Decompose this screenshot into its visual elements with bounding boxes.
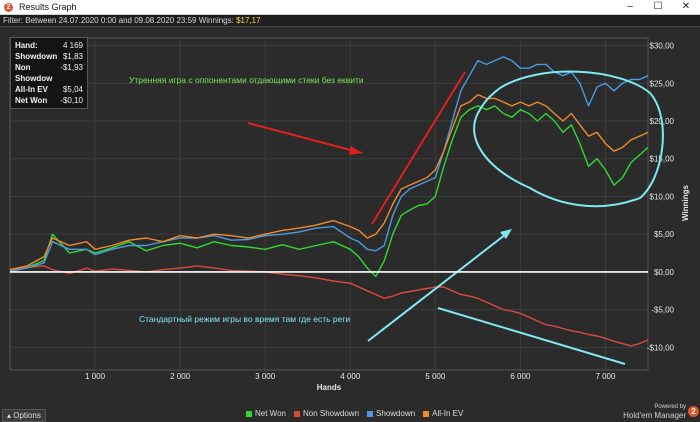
- y-tick-label: $0,00: [654, 268, 675, 277]
- legend-swatch-showdown: [367, 410, 374, 417]
- window-controls: – ☐ ✕: [616, 0, 700, 14]
- stat-all-in-ev: All-In EV $5,04: [15, 85, 83, 94]
- filter-bar: Filter: Between 24.07.2020 0:00 and 09.0…: [0, 15, 700, 27]
- stat-hands: Hand: 4 169: [15, 41, 83, 50]
- stat-net-won: Net Won -$0,10: [15, 96, 83, 105]
- stat-showdown: Showdown $1,83: [15, 52, 83, 61]
- brand: Powered by Hold'em Manager: [623, 404, 686, 420]
- annotation-cyan-text: Стандартный режим игры во время там где …: [139, 314, 350, 324]
- x-axis-ticks: 1 000 2 000 3 000 4 000 5 000 6 000 7 000: [85, 372, 616, 381]
- series-line-showdown: [9, 56, 649, 272]
- series-line-non-showdown: [9, 265, 649, 347]
- y-tick-label: $30,00: [650, 42, 675, 51]
- chart-legend: Net Won Non Showdown Showdown All-In EV: [246, 409, 463, 418]
- options-label: Options: [13, 411, 41, 420]
- legend-item-non-showdown[interactable]: Non Showdown: [293, 409, 359, 418]
- brand-logo-icon: 2: [688, 406, 699, 417]
- y-tick-label: $10,00: [650, 192, 675, 201]
- window-title: Results Graph: [19, 2, 77, 12]
- cyan-arrow-up: [367, 230, 511, 342]
- title-bar: 2 Results Graph – ☐ ✕: [0, 0, 700, 15]
- filter-prefix: Filter:: [3, 16, 26, 25]
- bottom-bar: ▴ Options Net Won Non Showdown Showdown …: [0, 404, 700, 422]
- x-tick-label: 7 000: [595, 372, 616, 381]
- stats-panel: Hand: 4 169 Showdown $1,83 Non Showdow -$1,…: [10, 37, 88, 109]
- x-tick-label: 2 000: [170, 372, 191, 381]
- y-tick-label: $15,00: [650, 155, 675, 164]
- red-arrowhead-left: [349, 146, 362, 155]
- legend-swatch-non-showdown: [293, 410, 300, 417]
- x-tick-label: 3 000: [255, 372, 276, 381]
- legend-swatch-net-won: [246, 410, 252, 417]
- legend-item-all-in-ev[interactable]: All-In EV: [423, 409, 463, 418]
- app-logo-icon: 2: [4, 2, 13, 12]
- minimize-button[interactable]: –: [616, 0, 644, 14]
- x-tick-label: 5 000: [425, 372, 446, 381]
- filter-range: Between 24.07.2020 0:00 and 09.08.2020 2…: [25, 16, 197, 25]
- options-button[interactable]: ▴ Options: [2, 409, 46, 422]
- maximize-button[interactable]: ☐: [644, 0, 672, 14]
- brand-name: Hold'em Manager: [623, 411, 686, 420]
- x-tick-label: 4 000: [340, 372, 361, 381]
- y-axis-label: Winnings: [681, 184, 690, 220]
- y-tick-label: $25,00: [650, 79, 675, 88]
- winnings-label: Winnings:: [196, 16, 237, 25]
- winnings-value: $17,17: [236, 16, 261, 25]
- red-arrow-rising: [371, 71, 466, 225]
- legend-swatch-all-in-ev: [423, 410, 430, 417]
- stat-non-showdown: Non Showdow -$1,93: [15, 63, 83, 83]
- legend-item-showdown[interactable]: Showdown: [367, 409, 415, 418]
- y-tick-label: -$10,00: [647, 343, 675, 352]
- annotation-green-text: Утренняя игра с оппонентами отдающими ст…: [129, 75, 364, 85]
- results-graph: 1 000 2 000 3 000 4 000 5 000 6 000 7 000 $30,…: [9, 37, 690, 392]
- y-tick-label: -$5,00: [651, 306, 674, 315]
- y-tick-label: $5,00: [654, 230, 675, 239]
- y-axis-ticks: $30,00$25,00$20,00$15,00$10,00$5,00$0,00…: [647, 42, 675, 353]
- legend-item-net-won[interactable]: Net Won: [246, 409, 286, 418]
- x-axis-label: Hands: [317, 383, 342, 392]
- x-tick-label: 6 000: [510, 372, 531, 381]
- x-tick-label: 1 000: [85, 372, 106, 381]
- chevron-up-icon: ▴: [7, 411, 12, 420]
- close-button[interactable]: ✕: [672, 0, 700, 14]
- series-lines: [9, 56, 649, 347]
- powered-by-label: Powered by: [654, 404, 686, 410]
